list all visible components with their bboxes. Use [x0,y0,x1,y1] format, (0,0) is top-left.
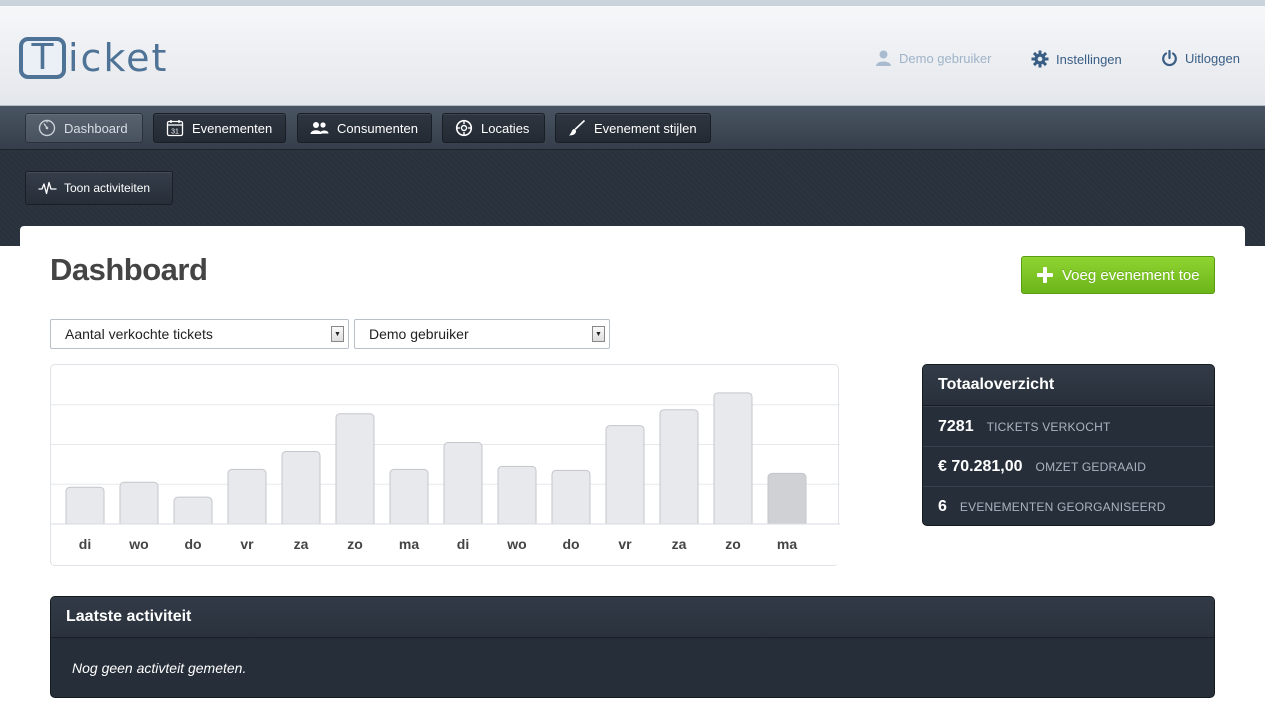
chart-tick-label: ma [399,536,419,552]
nav-evenementen[interactable]: 31 Evenementen [153,113,286,143]
chart-bar-zo-12[interactable] [713,392,753,529]
calendar-icon: 31 [166,120,184,137]
chart-tick-label: wo [128,536,148,552]
chart-tick-label: do [562,536,579,552]
chart-tick-label: vr [240,536,254,552]
user-select-value: Demo gebruiker [369,326,469,342]
chart-bar-wo-1[interactable] [119,481,159,529]
logout-label: Uitloggen [1185,51,1240,66]
activity-empty-text: Nog geen activteit gemeten. [72,660,247,676]
nav-locaties[interactable]: Locaties [442,113,545,143]
top-links: Demo gebruiker Instellingen Uitloggen [0,50,1265,76]
add-event-label: Voeg evenement toe [1062,266,1200,284]
activity-panel: Laatste activiteit Nog geen activteit ge… [50,596,1215,698]
activity-title: Laatste activiteit [51,597,1214,638]
dashboard-icon [38,119,56,137]
chart-tick-label: di [79,536,91,552]
chart-tick-label: zo [725,536,741,552]
chart-bar-za-11[interactable] [659,409,699,529]
nav-evenement-stijlen[interactable]: Evenement stijlen [555,113,711,143]
pulse-icon [38,181,57,195]
chart-bar-vr-3[interactable] [227,468,267,529]
logout-link[interactable]: Uitloggen [1161,50,1240,67]
nav-evenement-stijlen-label: Evenement stijlen [594,120,697,136]
plus-icon [1037,267,1053,283]
show-activity-label: Toon activiteiten [64,181,151,195]
chart-tick-label: za [294,536,309,552]
chart-tick-label: zo [347,536,363,552]
brush-icon [569,119,586,136]
show-activity-button[interactable]: Toon activiteiten [25,171,173,205]
chart-bar-di-7[interactable] [443,442,483,529]
metric-select-value: Aantal verkochte tickets [65,326,213,342]
summary-title: Totaaloverzicht [923,365,1214,406]
summary-value: € 70.281,00 [938,457,1023,475]
main-nav: Dashboard 31 Evenementen Consumenten Loc… [0,106,1265,150]
summary-row-tickets: 7281 TICKETS VERKOCHT [923,406,1214,446]
add-event-button[interactable]: Voeg evenement toe [1021,256,1215,294]
chart-bar-ma-13[interactable] [767,472,807,529]
settings-label: Instellingen [1056,51,1122,67]
calendar-day-number: 31 [171,129,179,136]
chart-tick-label: ma [777,536,797,552]
chart-axis-area [52,524,839,565]
gear-icon [1031,50,1049,68]
summary-value: 6 [938,497,947,515]
chart-bar-za-4[interactable] [281,450,321,529]
summary-row-events: 6 EVENEMENTEN GEORGANISEERD [923,486,1214,525]
chart-bar-di-0[interactable] [65,486,105,529]
nav-evenementen-label: Evenementen [192,120,273,136]
chart-bar-do-9[interactable] [551,469,591,529]
chart-bar-vr-10[interactable] [605,425,645,529]
chevron-down-icon: ▼ [331,326,344,342]
chart-tick-label: di [457,536,469,552]
chart-bar-ma-6[interactable] [389,468,429,529]
current-user-link[interactable]: Demo gebruiker [875,50,992,66]
user-icon [876,50,891,66]
current-user-label: Demo gebruiker [899,50,992,66]
chart-bar-do-2[interactable] [173,496,213,529]
summary-row-revenue: € 70.281,00 OMZET GEDRAAID [923,446,1214,486]
settings-link[interactable]: Instellingen [1031,50,1122,68]
summary-value: 7281 [938,417,974,435]
summary-label: OMZET GEDRAAID [1035,459,1147,474]
tickets-chart: di wo do vr za zo ma di wo do vr za zo ma [50,364,840,566]
chart-bar-zo-5[interactable] [335,413,375,529]
summary-panel: Totaaloverzicht 7281 TICKETS VERKOCHT € … [922,364,1215,526]
metric-select[interactable]: Aantal verkochte tickets ▼ [50,319,349,349]
nav-dashboard-label: Dashboard [64,120,128,136]
chart-bar-wo-8[interactable] [497,465,537,529]
compass-icon [455,119,473,137]
summary-label: TICKETS VERKOCHT [986,419,1111,434]
chart-tick-label: vr [618,536,632,552]
summary-label: EVENEMENTEN GEORGANISEERD [959,499,1166,514]
chevron-down-icon: ▼ [592,326,605,342]
chart-tick-label: wo [506,536,526,552]
header: T icket Demo gebruiker Instellingen Uitl… [0,0,1265,106]
user-select[interactable]: Demo gebruiker ▼ [354,319,610,349]
nav-consumenten[interactable]: Consumenten [297,113,432,143]
power-icon [1162,50,1177,67]
nav-locaties-label: Locaties [481,120,530,136]
users-icon [310,122,329,134]
chart-tick-label: do [184,536,201,552]
chart-tick-label: za [672,536,687,552]
nav-dashboard[interactable]: Dashboard [25,113,143,143]
tickets-bar-chart: di wo do vr za zo ma di wo do vr za zo ma [51,392,840,565]
nav-consumenten-label: Consumenten [337,120,418,136]
page-title: Dashboard [50,252,208,287]
